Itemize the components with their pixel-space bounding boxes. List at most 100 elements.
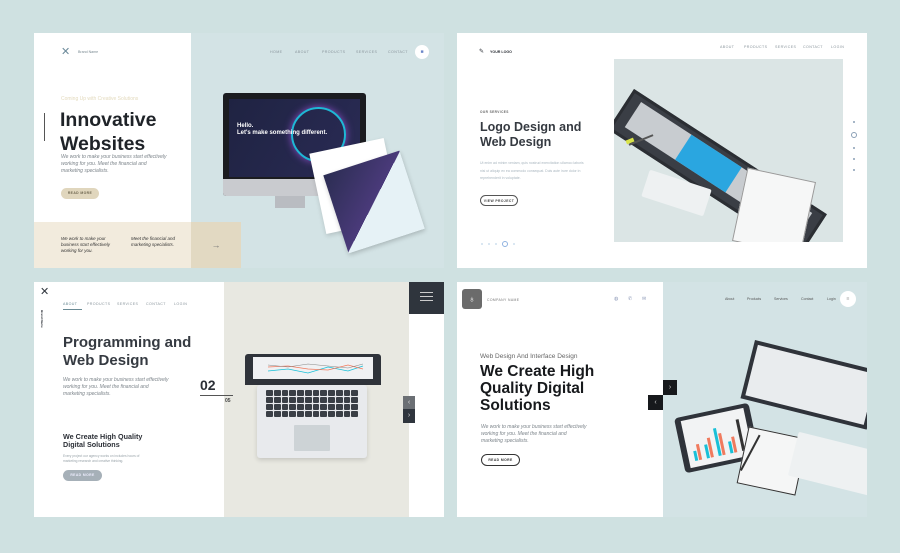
subtitle: We Create High Quality Digital Solutions (63, 432, 143, 449)
globe-icon[interactable]: ◍ (614, 296, 618, 302)
small-text: Every project our agency works on includ… (63, 454, 140, 463)
side-dot-active[interactable] (851, 132, 857, 138)
read-more-button[interactable]: READ MORE (481, 454, 520, 466)
nav-products[interactable]: PRODUCTS (87, 302, 110, 306)
page-dot[interactable] (488, 243, 490, 245)
line-chart-graphic (267, 363, 364, 374)
page-title: Innovative Websites (60, 108, 156, 156)
page-dot[interactable] (513, 243, 515, 245)
nav-about[interactable]: ABOUT (63, 302, 77, 306)
page-title: We Create High Quality Digital Solutions (480, 363, 594, 414)
tagline: Coming Up with Creative Solutions (61, 96, 139, 102)
side-dot[interactable] (853, 147, 855, 149)
title-line: Solutions (480, 397, 551, 414)
nav-products[interactable]: PRODUCTS (744, 45, 767, 49)
nav-active-underline (63, 309, 82, 310)
nav-login[interactable]: Login (827, 297, 836, 301)
arrow-right-icon: → (211, 240, 221, 250)
nav-login[interactable]: LOGIN (174, 302, 187, 306)
title-line: We Create High (480, 363, 595, 380)
nav-services[interactable]: SERVICES (775, 45, 796, 49)
title-line: Quality Digital (480, 380, 585, 397)
band-text: Meet the financial and marketing special… (131, 236, 176, 248)
template-programming: ✕ Brand Name ABOUT PRODUCTS SERVICES CON… (34, 282, 444, 517)
screen-headline: Hello. Let's make something different. (237, 123, 328, 136)
nav-login[interactable]: LOGIN (831, 45, 844, 49)
keyboard (266, 390, 358, 417)
page-title: Programming and Web Design (63, 334, 191, 370)
title-line: Innovative (60, 109, 157, 131)
nav-products[interactable]: PRODUCTS (322, 50, 345, 54)
menu-button[interactable] (409, 282, 444, 314)
menu-button[interactable]: ≡ (840, 291, 856, 307)
nav-contact[interactable]: CONTACT (388, 50, 408, 54)
template-digital-solutions: ♁ COMPANY NAME ◍ ✆ ✉ About Products Serv… (457, 282, 867, 517)
title-line: Web Design (480, 135, 552, 149)
wireframe-sketch (731, 167, 817, 242)
info-band-action[interactable]: → (191, 222, 241, 268)
hamburger-icon (420, 292, 433, 301)
next-slide-button[interactable]: › (403, 409, 415, 423)
monitor-stand (275, 196, 305, 208)
slide-current: 02 (200, 377, 216, 393)
description: We work to make your business start effe… (63, 377, 169, 398)
template-logo-design: ✎ YOUR LOGO ABOUT PRODUCTS SERVICES CONT… (457, 33, 867, 268)
eyebrow: OUR SERVICES (480, 110, 509, 114)
nav-services[interactable]: Services (774, 297, 788, 301)
menu-button[interactable]: ■ (415, 45, 429, 59)
nav-about[interactable]: ABOUT (720, 45, 734, 49)
page-dot-active[interactable] (502, 241, 508, 247)
pagination (481, 241, 515, 247)
description: Ut enim ad minim veniam, quis nostrud ex… (480, 161, 584, 180)
nav-contact[interactable]: CONTACT (146, 302, 166, 306)
read-more-button[interactable]: READ MORE (61, 188, 99, 199)
trackpad (294, 425, 330, 451)
nav-products[interactable]: Products (747, 297, 761, 301)
side-dot[interactable] (853, 169, 855, 171)
page-title: Logo Design and Web Design (480, 120, 581, 150)
brand-name: Brand Name (40, 310, 44, 328)
side-dot[interactable] (853, 121, 855, 123)
mail-icon[interactable]: ✉ (642, 296, 646, 302)
title-line: Websites (60, 133, 146, 155)
nav-services[interactable]: SERVICES (356, 50, 377, 54)
template-innovative-websites: ✕ Brand Name HOME ABOUT PRODUCTS SERVICE… (34, 33, 444, 268)
nav-services[interactable]: SERVICES (117, 302, 138, 306)
company-name: COMPANY NAME (487, 298, 520, 302)
page-dot[interactable] (481, 243, 483, 245)
logo: YOUR LOGO (490, 50, 512, 54)
eyebrow: Web Design And Interface Design (480, 353, 578, 360)
prev-slide-button[interactable]: ‹ (403, 396, 415, 409)
pen-icon: ✎ (479, 49, 485, 55)
slide-total: 05 (225, 398, 231, 404)
band-text: We work to make your business start effe… (61, 236, 111, 254)
laptop-base (257, 385, 367, 458)
laptop-illustration (245, 354, 381, 385)
hamburger-icon: ≡ (846, 296, 850, 302)
title-line: Programming and (63, 334, 192, 351)
next-slide-button[interactable]: › (663, 380, 677, 395)
hero-image (614, 59, 843, 242)
prev-slide-button[interactable]: ‹ (648, 395, 663, 410)
description: We work to make your business start effe… (481, 424, 587, 445)
title-line: Logo Design and (480, 120, 582, 134)
nav-about[interactable]: ABOUT (295, 50, 309, 54)
view-project-button[interactable]: VIEW PROJECT (480, 195, 518, 206)
nav-about[interactable]: About (725, 297, 734, 301)
brand-logo-icon: ✕ (61, 46, 71, 58)
nav-contact[interactable]: Contact (801, 297, 813, 301)
nav-contact[interactable]: CONTACT (803, 45, 823, 49)
brand-logo-icon: ✕ (40, 286, 50, 298)
side-dot[interactable] (853, 158, 855, 160)
read-more-button[interactable]: READ MORE (63, 470, 102, 481)
page-dot[interactable] (495, 243, 497, 245)
side-dots (851, 121, 857, 171)
phone-icon[interactable]: ✆ (628, 296, 632, 302)
description: We work to make your business start effe… (61, 154, 167, 175)
title-line: Web Design (63, 352, 149, 369)
grid-icon: ■ (420, 49, 424, 55)
nav-home[interactable]: HOME (270, 50, 282, 54)
brand-name: Brand Name (78, 50, 99, 54)
lightbulb-logo-icon: ♁ (462, 289, 482, 309)
slide-indicator (44, 113, 45, 141)
